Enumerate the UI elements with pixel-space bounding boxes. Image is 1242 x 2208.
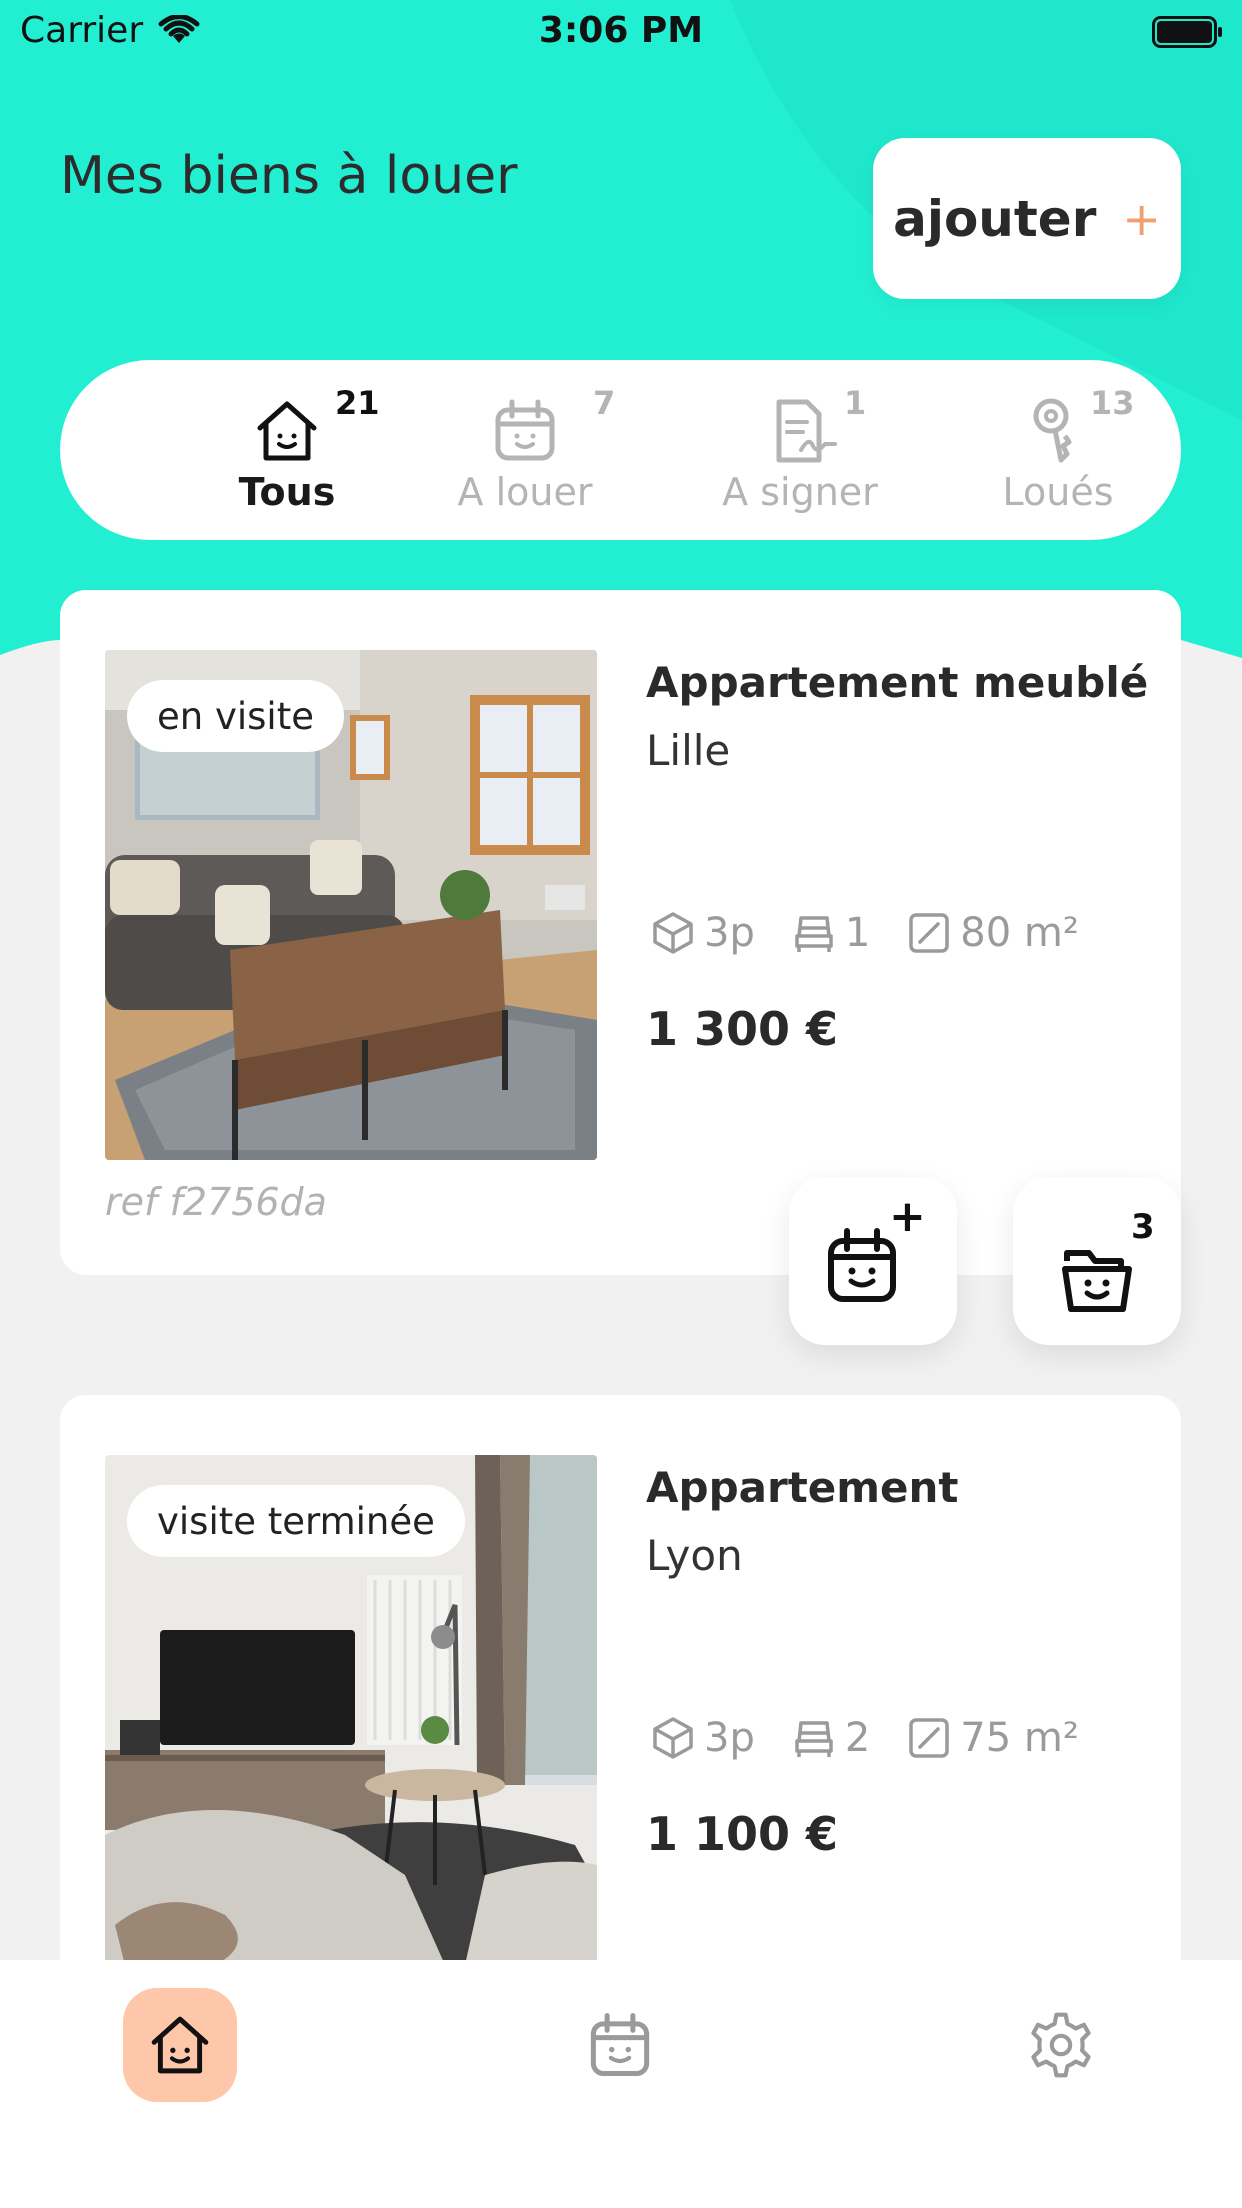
bottom-navigation — [0, 1960, 1242, 2208]
property-card[interactable]: en visite Appartement meublé Lille 3p 1 … — [60, 590, 1181, 1275]
calendar-smile-icon — [590, 2013, 650, 2077]
nav-settings[interactable] — [1004, 1988, 1118, 2102]
beds-feature: 1 — [791, 910, 870, 956]
tab-a-louer[interactable]: 7 A louer — [405, 384, 645, 534]
folder-smile-icon — [1062, 1250, 1132, 1312]
page-title: Mes biens à louer — [60, 146, 518, 206]
area-icon — [909, 1718, 950, 1758]
add-visit-button[interactable]: + — [789, 1177, 957, 1345]
key-icon — [1033, 398, 1072, 463]
header-background — [0, 0, 1242, 660]
area-feature: 80 m² — [906, 910, 1079, 956]
nav-calendar[interactable] — [563, 1988, 677, 2102]
beds-value: 1 — [844, 910, 871, 956]
tab-count: 13 — [1090, 384, 1135, 422]
plus-icon: + — [889, 1191, 926, 1242]
tab-label: Loués — [1002, 470, 1114, 514]
property-ref: ref f2756da — [105, 1180, 327, 1224]
rooms-value: 3p — [704, 1715, 755, 1761]
rooms-feature: 3p — [650, 910, 755, 956]
calendar-smile-icon — [495, 399, 555, 461]
property-features: 3p 1 80 m² — [650, 910, 1115, 956]
cube-icon — [653, 1717, 693, 1759]
area-value: 75 m² — [960, 1715, 1079, 1761]
add-property-button[interactable]: ajouter + — [873, 138, 1181, 299]
property-title: Appartement meublé — [646, 658, 1149, 707]
house-smile-icon — [151, 2016, 209, 2074]
documents-folder-button[interactable]: 3 — [1013, 1177, 1181, 1345]
tab-a-signer[interactable]: 1 A signer — [680, 384, 920, 534]
property-photo: visite terminée — [105, 1455, 597, 1965]
tab-label: Tous — [238, 470, 336, 514]
bed-icon — [795, 1721, 833, 1757]
property-city: Lyon — [646, 1531, 743, 1580]
status-chip: visite terminée — [127, 1485, 465, 1557]
property-price: 1 100 € — [646, 1807, 839, 1861]
tab-count: 7 — [593, 384, 616, 422]
plus-icon: + — [1122, 191, 1161, 246]
battery-icon — [1152, 16, 1222, 48]
status-chip: en visite — [127, 680, 344, 752]
gear-icon — [1031, 2012, 1091, 2078]
tab-loues[interactable]: 13 Loués — [938, 384, 1178, 534]
area-value: 80 m² — [960, 910, 1079, 956]
property-photo: en visite — [105, 650, 597, 1160]
rooms-value: 3p — [704, 910, 755, 956]
property-price: 1 300 € — [646, 1002, 839, 1056]
property-features: 3p 2 75 m² — [650, 1715, 1115, 1761]
rooms-feature: 3p — [650, 1715, 755, 1761]
area-feature: 75 m² — [906, 1715, 1079, 1761]
house-smile-icon — [257, 401, 317, 461]
beds-feature: 2 — [791, 1715, 870, 1761]
bed-icon — [795, 916, 833, 952]
add-button-label: ajouter — [893, 189, 1097, 248]
cube-icon — [653, 912, 693, 954]
area-icon — [909, 913, 950, 953]
status-bar: Carrier 3:06 PM — [0, 0, 1242, 62]
tab-count: 1 — [844, 384, 867, 422]
status-time: 3:06 PM — [538, 10, 704, 51]
contract-sign-icon — [776, 399, 837, 463]
property-card[interactable]: visite terminée Appartement Lyon 3p 2 75… — [60, 1395, 1181, 1995]
folder-count-badge: 3 — [1131, 1207, 1155, 1247]
nav-home[interactable] — [123, 1988, 237, 2102]
tab-count: 21 — [335, 384, 380, 422]
property-city: Lille — [646, 726, 731, 775]
tab-label: A signer — [722, 470, 878, 514]
tab-tous[interactable]: 21 Tous — [167, 384, 407, 534]
filter-tabs: 21 Tous 7 A louer 1 A signer 13 Loués — [60, 360, 1181, 540]
tab-label: A louer — [457, 470, 593, 514]
beds-value: 2 — [844, 1715, 871, 1761]
property-title: Appartement — [646, 1463, 959, 1512]
